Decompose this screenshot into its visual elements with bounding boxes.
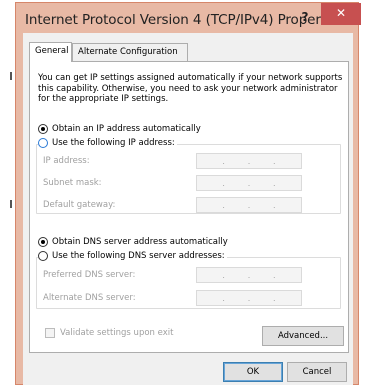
close-icon: ✕: [335, 6, 347, 20]
alternate-dns-field[interactable]: ...: [196, 290, 302, 306]
validate-settings-checkbox[interactable]: [45, 328, 55, 338]
obtain-dns-auto-option[interactable]: Obtain DNS server address automatically: [38, 236, 228, 248]
background-window-edge: [10, 72, 12, 80]
tab-general[interactable]: General: [29, 42, 72, 62]
advanced-button[interactable]: Advanced...: [262, 326, 344, 346]
preferred-dns-label: Preferred DNS server:: [43, 270, 136, 280]
cancel-button[interactable]: Cancel: [287, 362, 347, 382]
ip-address-field[interactable]: ...: [196, 153, 302, 169]
subnet-mask-field[interactable]: ...: [196, 175, 302, 191]
alternate-dns-label: Alternate DNS server:: [43, 293, 136, 303]
default-gateway-field[interactable]: ...: [196, 197, 302, 213]
ok-button[interactable]: OK: [223, 362, 283, 382]
obtain-ip-auto-label: Obtain an IP address automatically: [52, 124, 201, 134]
intro-text: You can get IP settings assigned automat…: [38, 73, 343, 104]
close-button[interactable]: ✕: [321, 3, 361, 25]
general-tab-panel: You can get IP settings assigned automat…: [29, 61, 349, 353]
use-static-ip-label: Use the following IP address:: [52, 138, 175, 148]
use-static-ip-radio[interactable]: [38, 138, 48, 148]
title-bar[interactable]: Internet Protocol Version 4 (TCP/IPv4) P…: [16, 3, 361, 33]
obtain-ip-auto-radio[interactable]: [38, 124, 48, 134]
obtain-dns-auto-radio[interactable]: [38, 237, 48, 247]
validate-settings-option[interactable]: Validate settings upon exit: [45, 328, 173, 338]
dialog-title: Internet Protocol Version 4 (TCP/IPv4) P…: [25, 12, 345, 28]
use-static-dns-radio[interactable]: [38, 251, 48, 261]
ip-address-label: IP address:: [43, 156, 90, 166]
preferred-dns-field[interactable]: ...: [196, 267, 302, 283]
help-button[interactable]: ?: [298, 10, 312, 24]
subnet-mask-label: Subnet mask:: [43, 178, 102, 188]
properties-dialog: Internet Protocol Version 4 (TCP/IPv4) P…: [15, 2, 361, 385]
static-ip-group: Use the following IP address: IP address…: [36, 138, 341, 214]
obtain-ip-auto-option[interactable]: Obtain an IP address automatically: [38, 123, 201, 135]
obtain-dns-auto-label: Obtain DNS server address automatically: [52, 237, 228, 247]
static-dns-group: Use the following DNS server addresses: …: [36, 251, 341, 309]
use-static-dns-option[interactable]: Use the following DNS server addresses:: [38, 251, 227, 261]
dialog-body: General Alternate Configuration You can …: [23, 33, 353, 385]
validate-settings-label: Validate settings upon exit: [60, 328, 174, 338]
default-gateway-label: Default gateway:: [43, 200, 116, 210]
background-window-edge: [10, 200, 12, 208]
tab-alternate-configuration[interactable]: Alternate Configuration: [72, 43, 188, 61]
use-static-ip-option[interactable]: Use the following IP address:: [38, 138, 177, 148]
use-static-dns-label: Use the following DNS server addresses:: [52, 251, 225, 261]
